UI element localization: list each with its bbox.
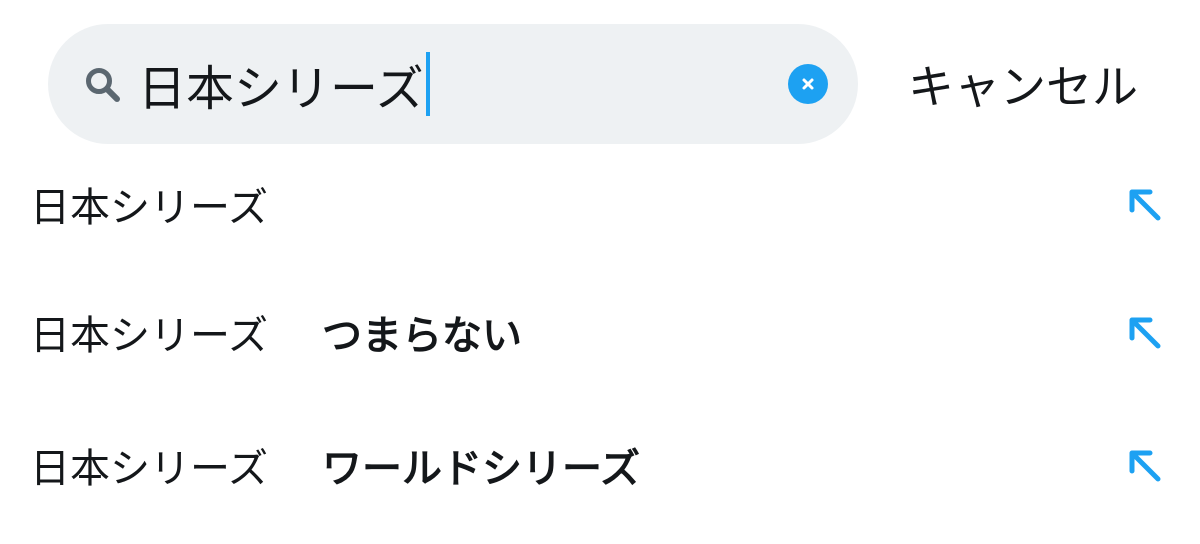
suggestion-query: 日本シリーズ xyxy=(30,185,268,231)
suggestion-item[interactable]: 日本シリーズ xyxy=(0,144,1200,264)
arrow-up-left-icon[interactable] xyxy=(1126,314,1164,352)
clear-icon xyxy=(802,78,814,90)
suggestion-item[interactable]: 日本シリーズ つまらない xyxy=(0,264,1200,397)
suggestion-text: 日本シリーズ xyxy=(30,144,268,264)
cancel-button[interactable]: キャンセル xyxy=(908,24,1158,144)
suggestion-query: 日本シリーズ xyxy=(30,446,268,492)
suggestion-completion: つまらない xyxy=(322,313,522,359)
suggestion-text: 日本シリーズ つまらない xyxy=(30,272,522,392)
arrow-up-left-icon[interactable] xyxy=(1126,186,1164,224)
arrow-up-left-icon[interactable] xyxy=(1126,447,1164,485)
search-bar[interactable]: 日本シリーズ xyxy=(48,24,858,144)
suggestion-item[interactable]: 日本シリーズ ワールドシリーズ xyxy=(0,397,1200,530)
clear-button[interactable] xyxy=(788,64,828,104)
suggestion-completion: ワールドシリーズ xyxy=(322,446,640,492)
suggestion-text: 日本シリーズ ワールドシリーズ xyxy=(30,405,640,525)
search-input[interactable]: 日本シリーズ xyxy=(138,24,778,144)
search-input-value: 日本シリーズ xyxy=(138,61,424,117)
suggestion-list: 日本シリーズ 日本シリーズ つまらない 日本シリーズ ワールドシリーズ xyxy=(0,144,1200,530)
text-caret xyxy=(425,52,430,116)
suggestion-query: 日本シリーズ xyxy=(30,313,268,359)
search-icon xyxy=(86,68,120,102)
